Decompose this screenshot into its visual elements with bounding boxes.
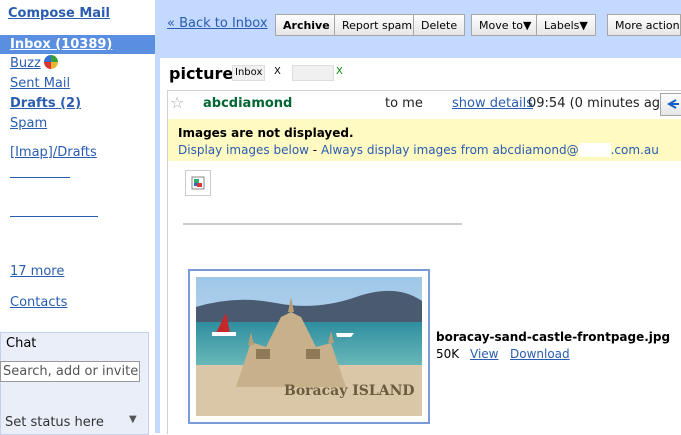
compose-mail-link[interactable]: Compose Mail [8,6,110,21]
label-chip-hidden [292,65,334,81]
always-display-suffix: .com.au [610,143,659,157]
attachment-thumbnail[interactable]: Boracay ISLAND [188,269,430,424]
attachment-size: 50K [436,347,460,361]
link-separator: - [308,143,321,157]
nav-imap-drafts[interactable]: [Imap]/Drafts [10,145,97,160]
nav-drafts[interactable]: Drafts (2) [10,96,81,111]
message-subject: picture [169,64,234,83]
always-display-link[interactable]: Always display images from abcdiamond@ .… [321,143,659,157]
buzz-icon [44,55,58,69]
nav-spam[interactable]: Spam [10,116,47,131]
sand-castle-image: Boracay ISLAND [196,277,422,416]
nav-hidden-label[interactable] [10,177,70,178]
image-caption-text: Boracay ISLAND [284,383,415,399]
label-remove-button[interactable]: X [274,65,281,79]
attachment-filename: boracay-sand-castle-frontpage.jpg [436,330,671,344]
reply-arrow-icon [666,99,679,109]
chat-search-input[interactable] [0,361,140,382]
always-display-prefix: Always display images from abcdiamond@ [320,143,579,157]
delete-button[interactable]: Delete [413,14,466,36]
label-remove-button[interactable]: X [336,65,343,79]
nav-contacts[interactable]: Contacts [10,295,67,310]
nav-hidden-label[interactable] [10,216,98,217]
images-warning-title: Images are not displayed. [178,126,354,140]
message-time: 09:54 (0 minutes ago) [528,96,674,111]
recipient-text: to me [385,96,423,111]
star-icon[interactable]: ☆ [170,93,184,112]
display-images-link[interactable]: Display images below [178,143,309,157]
left-nav: Compose Mail Inbox (10389) Buzz Sent Mai… [0,0,155,435]
labels-button[interactable]: Labels▼ [536,14,596,36]
archive-button[interactable]: Archive [275,14,338,36]
attachment-view-link[interactable]: View [470,347,498,361]
more-actions-button[interactable]: More actions▼ [607,14,681,36]
nav-sent-mail[interactable]: Sent Mail [10,76,70,91]
back-to-inbox-link[interactable]: « Back to Inbox [167,16,268,31]
nav-inbox[interactable]: Inbox (10389) [10,37,112,52]
nav-more-labels[interactable]: 17 more [10,264,64,279]
show-details-link[interactable]: show details [452,96,533,111]
label-chip: Inbox [232,65,266,81]
report-spam-button[interactable]: Report spam [334,14,421,36]
sender-name[interactable]: abcdiamond [203,96,292,111]
nav-buzz[interactable]: Buzz [10,56,41,71]
chat-title: Chat [6,336,37,351]
reply-button[interactable] [660,93,681,116]
chevron-down-icon[interactable]: ▼ [129,414,137,425]
images-warning-links: Display images below - Always display im… [178,143,659,157]
attachment-download-link[interactable]: Download [510,347,570,361]
broken-image-icon [185,170,211,196]
signature-divider [183,223,462,225]
chat-status[interactable]: Set status here [5,415,104,430]
move-to-button[interactable]: Move to▼ [471,14,540,36]
